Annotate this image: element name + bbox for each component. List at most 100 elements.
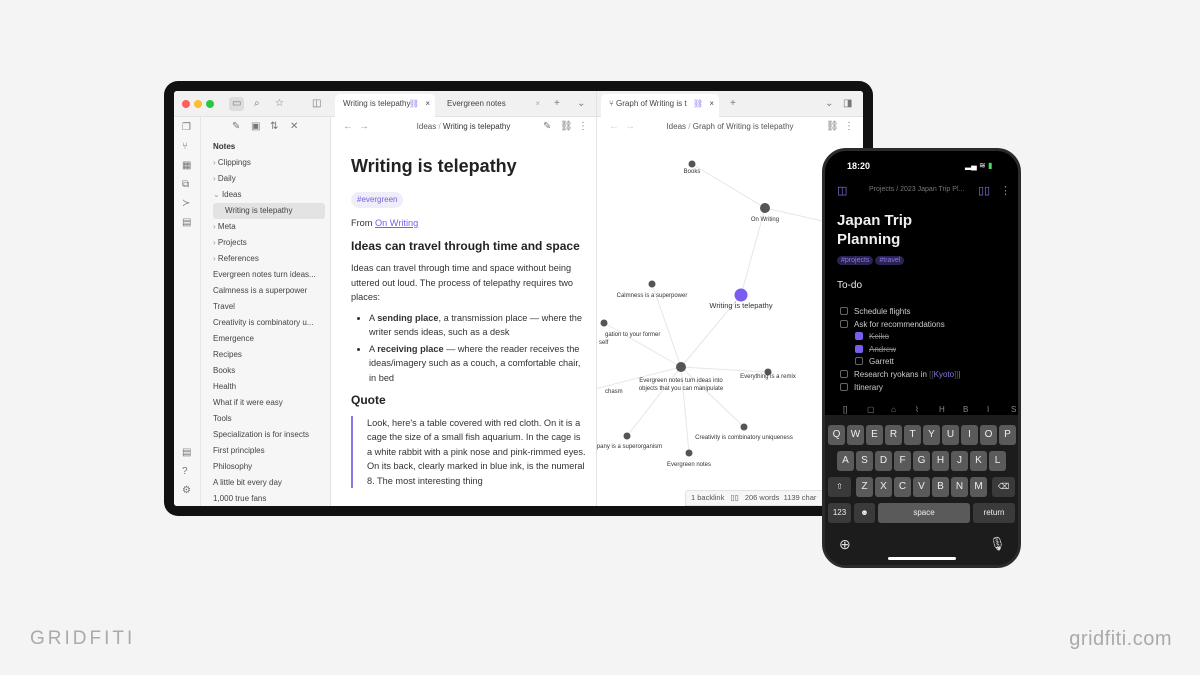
- tag-travel[interactable]: #travel: [875, 256, 905, 265]
- new-note-icon[interactable]: ✎: [232, 122, 240, 132]
- new-tab-icon[interactable]: +: [554, 99, 560, 109]
- toolbar-button[interactable]: ▢: [867, 405, 875, 414]
- file-item[interactable]: Travel: [213, 299, 325, 315]
- close-window-button[interactable]: [182, 100, 190, 108]
- key-n[interactable]: N: [951, 477, 968, 497]
- checkbox[interactable]: [855, 357, 863, 366]
- toolbar-button[interactable]: I: [987, 405, 989, 414]
- key-k[interactable]: K: [970, 451, 987, 471]
- globe-icon[interactable]: ⊕: [839, 536, 851, 553]
- file-item[interactable]: Health: [213, 379, 325, 395]
- checkbox[interactable]: [840, 370, 848, 378]
- toolbar-button[interactable]: H: [939, 405, 945, 414]
- canvas-icon[interactable]: ▤: [182, 218, 191, 228]
- sort-icon[interactable]: ⇅: [270, 122, 278, 132]
- key-s[interactable]: S: [856, 451, 873, 471]
- file-item[interactable]: Specialization is for insects: [213, 427, 325, 443]
- back-icon[interactable]: ←: [343, 122, 353, 132]
- checkbox[interactable]: [855, 344, 863, 353]
- file-item[interactable]: First principles: [213, 443, 325, 459]
- graph-node[interactable]: [600, 319, 608, 327]
- reading-mode-icon[interactable]: ▯▯: [978, 184, 990, 197]
- graph-node[interactable]: [760, 203, 770, 213]
- todo-item[interactable]: Ask for recommendations: [840, 319, 945, 329]
- key-q[interactable]: Q: [828, 425, 845, 445]
- key-y[interactable]: Y: [923, 425, 940, 445]
- file-item[interactable]: Philosophy: [213, 459, 325, 475]
- return-key[interactable]: return: [973, 503, 1015, 523]
- graph-node[interactable]: [685, 449, 693, 457]
- checkbox[interactable]: [840, 307, 848, 315]
- file-item[interactable]: What if it were easy: [213, 395, 325, 411]
- breadcrumb-note[interactable]: Writing is telepathy: [443, 122, 510, 131]
- graph-node[interactable]: [740, 423, 748, 431]
- maximize-window-button[interactable]: [206, 100, 214, 108]
- help-doc-icon[interactable]: ▤: [182, 448, 191, 458]
- settings-icon[interactable]: ⚙: [182, 486, 191, 496]
- file-item[interactable]: Evergreen notes turn ideas...: [213, 267, 325, 283]
- numbers-key[interactable]: 123: [828, 503, 851, 523]
- file-item[interactable]: Books: [213, 363, 325, 379]
- graph-node[interactable]: [676, 362, 686, 372]
- more-options-icon[interactable]: ⋮: [578, 122, 588, 132]
- sidebar-toggle-icon[interactable]: ◫: [312, 99, 321, 109]
- terminal-icon[interactable]: ≻: [182, 199, 190, 209]
- todo-item[interactable]: Garrett: [855, 357, 894, 366]
- chevron-down-icon[interactable]: ⌄: [577, 99, 585, 109]
- forward-icon[interactable]: →: [359, 122, 369, 132]
- edit-icon[interactable]: ✎: [543, 122, 551, 132]
- toolbar-button[interactable]: ⌂: [891, 405, 896, 414]
- folder-item[interactable]: › Meta: [213, 219, 325, 235]
- link-icon[interactable]: ⛓: [560, 122, 573, 132]
- file-item-selected[interactable]: Writing is telepathy: [213, 203, 325, 219]
- key-p[interactable]: P: [999, 425, 1016, 445]
- graph-node[interactable]: [648, 280, 656, 288]
- backspace-key[interactable]: ⌫: [992, 477, 1015, 497]
- todo-item[interactable]: Keiko: [855, 332, 889, 341]
- toolbar-button[interactable]: B: [963, 405, 968, 414]
- checkbox[interactable]: [840, 319, 848, 328]
- close-tab-icon[interactable]: ×: [425, 94, 430, 114]
- star-icon[interactable]: ☆: [275, 99, 284, 109]
- todo-item[interactable]: Andrew: [855, 344, 896, 354]
- folder-icon[interactable]: ▭: [229, 97, 245, 111]
- toolbar-button[interactable]: ⌇: [915, 405, 919, 414]
- tag-evergreen[interactable]: #evergreen: [351, 191, 404, 208]
- key-d[interactable]: D: [875, 451, 892, 471]
- calendar-icon[interactable]: ▦: [182, 161, 191, 171]
- checkbox[interactable]: [855, 332, 863, 341]
- key-t[interactable]: T: [904, 425, 921, 445]
- close-tab-icon[interactable]: ×: [535, 94, 540, 114]
- file-item[interactable]: A little bit every day: [213, 475, 325, 491]
- folder-item[interactable]: › References: [213, 251, 325, 267]
- key-b[interactable]: B: [932, 477, 949, 497]
- folder-item[interactable]: ⌄ Ideas: [213, 187, 325, 203]
- file-item[interactable]: 1,000 true fans: [213, 491, 325, 506]
- new-folder-icon[interactable]: ▣: [251, 122, 260, 132]
- key-v[interactable]: V: [913, 477, 930, 497]
- tag-projects[interactable]: #projects: [837, 256, 874, 265]
- graph-node[interactable]: [688, 160, 696, 168]
- key-c[interactable]: C: [894, 477, 911, 497]
- todo-item[interactable]: Schedule flights: [840, 307, 910, 316]
- copy-icon[interactable]: ⧉: [182, 180, 189, 190]
- key-x[interactable]: X: [875, 477, 892, 497]
- key-l[interactable]: L: [989, 451, 1006, 471]
- breadcrumb-folder[interactable]: Ideas: [417, 122, 437, 131]
- tab-evergreen-notes[interactable]: Evergreen notes ×: [439, 94, 545, 117]
- folder-item[interactable]: › Projects: [213, 235, 325, 251]
- kyoto-link[interactable]: Kyoto: [934, 370, 954, 379]
- backlink-count[interactable]: 1 backlink: [691, 493, 724, 502]
- key-g[interactable]: G: [913, 451, 930, 471]
- graph-node[interactable]: [623, 432, 631, 440]
- todo-item[interactable]: Itinerary: [840, 382, 883, 392]
- breadcrumb[interactable]: Projects / 2023 Japan Trip Pl...: [869, 186, 964, 193]
- folder-item[interactable]: › Clippings: [213, 155, 325, 171]
- todo-item[interactable]: Research ryokans in [[Kyoto]]|: [840, 370, 961, 379]
- toolbar-button[interactable]: []: [843, 405, 847, 414]
- tab-writing-is-telepathy[interactable]: Writing is telepathy ⛓ ×: [335, 94, 435, 117]
- collapse-icon[interactable]: ✕: [290, 122, 298, 132]
- key-r[interactable]: R: [885, 425, 902, 445]
- key-o[interactable]: O: [980, 425, 997, 445]
- key-j[interactable]: J: [951, 451, 968, 471]
